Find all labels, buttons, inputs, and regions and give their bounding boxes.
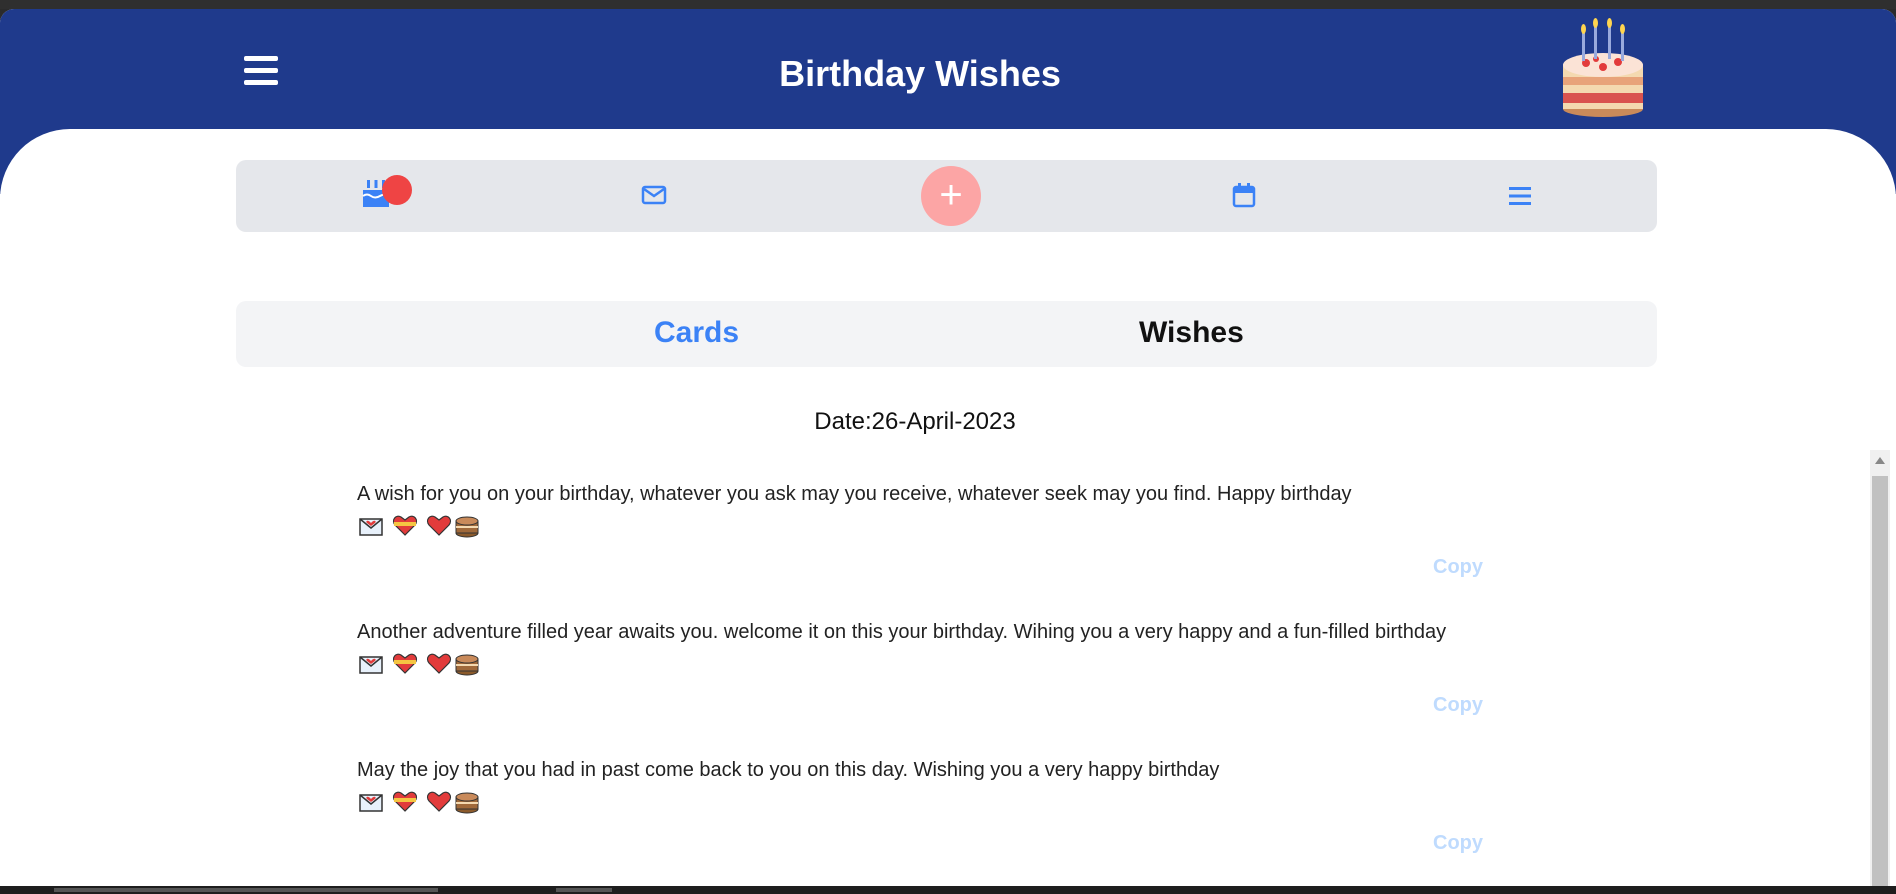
tab-cards[interactable]: Cards: [654, 316, 739, 350]
app-window: Birthday Wishes: [0, 9, 1896, 886]
notification-badge: [382, 175, 412, 205]
tab-wishes[interactable]: Wishes: [1139, 316, 1244, 350]
taskbar-item[interactable]: [54, 888, 438, 892]
red-heart-icon: [426, 791, 452, 812]
emoji-row: [358, 511, 488, 539]
scroll-up-arrow-icon[interactable]: [1875, 457, 1885, 464]
cake-icon: [455, 654, 479, 676]
date-label: Date:26-April-2023: [814, 408, 1016, 435]
scrollbar-thumb[interactable]: [1872, 476, 1888, 886]
love-letter-icon: [359, 656, 383, 674]
tab-bar: Cards Wishes: [236, 301, 1657, 367]
taskbar: [0, 886, 1896, 894]
heart-ribbon-icon: [392, 791, 418, 812]
taskbar-item[interactable]: [556, 888, 612, 892]
wish-text: Another adventure filled year awaits you…: [357, 621, 1447, 643]
love-letter-icon: [359, 794, 383, 812]
envelope-icon[interactable]: [641, 185, 667, 205]
scrollbar[interactable]: [1870, 450, 1890, 886]
red-heart-icon: [426, 515, 452, 536]
emoji-row: [358, 787, 488, 815]
copy-button[interactable]: Copy: [1433, 694, 1483, 717]
wish-text: May the joy that you had in past come ba…: [357, 759, 1220, 781]
add-button[interactable]: +: [921, 166, 981, 226]
cake-icon: [455, 516, 479, 538]
wish-text: A wish for you on your birthday, whateve…: [357, 483, 1352, 505]
browser-top-bar: [0, 0, 1896, 9]
heart-ribbon-icon: [392, 653, 418, 674]
heart-ribbon-icon: [392, 515, 418, 536]
red-heart-icon: [426, 653, 452, 674]
emoji-row: [358, 649, 488, 677]
list-icon[interactable]: [1508, 186, 1532, 206]
calendar-icon[interactable]: [1232, 182, 1256, 208]
cake-icon: [455, 792, 479, 814]
love-letter-icon: [359, 518, 383, 536]
cake-logo-icon: [1563, 18, 1643, 117]
copy-button[interactable]: Copy: [1433, 556, 1483, 579]
copy-button[interactable]: Copy: [1433, 832, 1483, 855]
